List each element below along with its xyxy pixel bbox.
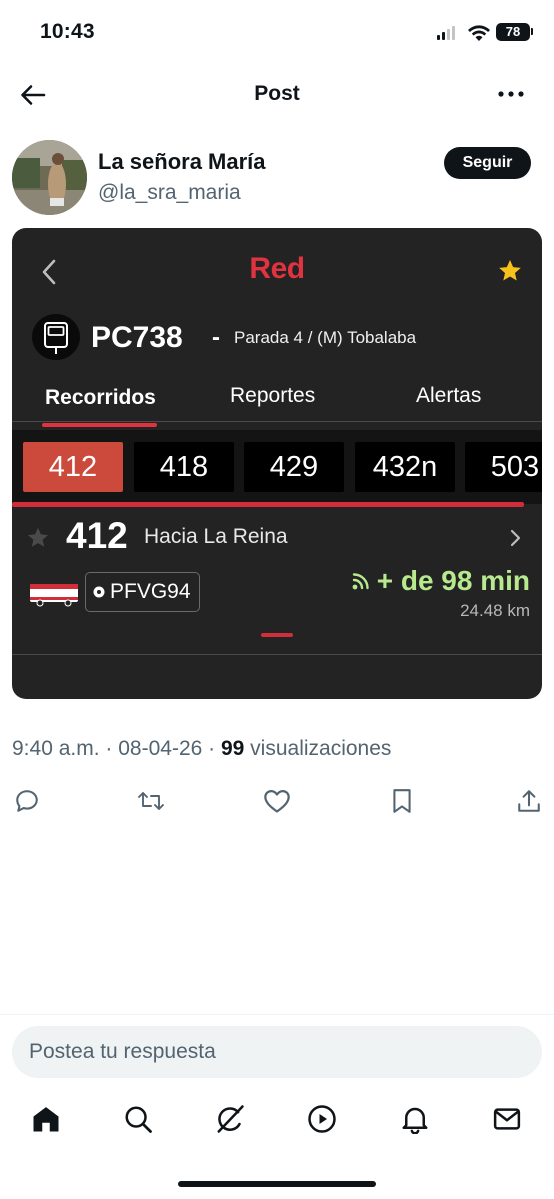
- post-time: 9:40 a.m.: [12, 737, 100, 760]
- card-handle: [261, 633, 293, 637]
- search-icon[interactable]: [123, 1104, 153, 1134]
- meta-separator: ·: [202, 737, 221, 760]
- route-chip-429: 429: [244, 442, 344, 492]
- video-icon[interactable]: [307, 1104, 337, 1134]
- grok-icon[interactable]: [215, 1104, 245, 1134]
- avatar[interactable]: [12, 140, 87, 215]
- cellular-signal-icon: [437, 26, 455, 40]
- follow-button[interactable]: Seguir: [444, 147, 531, 179]
- route-chip-418: 418: [134, 442, 234, 492]
- reply-input[interactable]: Postea tu respuesta: [12, 1026, 542, 1078]
- home-indicator: [178, 1181, 376, 1187]
- post-image[interactable]: Red PC738 - Parada 4 / (M) Tobalaba Reco…: [12, 228, 542, 699]
- chevron-right-icon: [510, 529, 521, 547]
- stop-separator: -: [212, 324, 220, 351]
- app-logo: Red: [249, 252, 305, 285]
- repost-icon[interactable]: [137, 788, 165, 814]
- reply-placeholder: Postea tu respuesta: [29, 1040, 216, 1063]
- arrival-destination: Hacia La Reina: [144, 525, 288, 548]
- bus-icon: [30, 584, 78, 607]
- bookmark-icon[interactable]: [391, 788, 413, 814]
- active-tab-indicator: [42, 423, 157, 427]
- route-selector: 412 418 429 432n 503: [12, 430, 542, 504]
- author-name[interactable]: La señora María: [98, 149, 266, 175]
- back-button[interactable]: [18, 80, 48, 110]
- card-divider: [12, 654, 542, 655]
- battery-tip: [531, 28, 533, 35]
- reply-separator: [0, 1014, 554, 1015]
- more-options-button[interactable]: [496, 82, 526, 106]
- reply-icon[interactable]: [14, 788, 40, 814]
- gear-badge-icon: [93, 586, 105, 598]
- author-handle[interactable]: @la_sra_maria: [98, 181, 241, 205]
- like-icon[interactable]: [263, 788, 291, 814]
- arrival-distance: 24.48 km: [460, 601, 530, 620]
- tab-alertas: Alertas: [416, 384, 482, 407]
- route-chip-412: 412: [23, 442, 123, 492]
- license-plate-text: PFVG94: [110, 580, 191, 603]
- post-actions: [0, 786, 554, 818]
- post-header: Post: [0, 70, 554, 120]
- license-plate: PFVG94: [85, 572, 200, 612]
- notifications-icon[interactable]: [400, 1104, 430, 1134]
- bus-stop-icon: [32, 314, 80, 360]
- stop-name: Parada 4 / (M) Tobalaba: [234, 328, 417, 347]
- messages-icon[interactable]: [492, 1104, 522, 1134]
- post-meta: 9:40 a.m. · 08-04-26 · 99 visualizacione…: [12, 737, 391, 761]
- stop-code: PC738: [91, 321, 183, 354]
- page-title: Post: [254, 82, 300, 105]
- arrival-eta: + de 98 min: [351, 565, 530, 597]
- arrival-eta-text: + de 98 min: [376, 565, 530, 596]
- tab-recorridos: Recorridos: [45, 386, 156, 409]
- star-outline-icon: [28, 527, 48, 547]
- status-time: 10:43: [40, 20, 95, 43]
- route-strip-divider: [12, 502, 524, 507]
- wifi-icon: [468, 25, 490, 41]
- app-top-bar: Red: [12, 228, 542, 314]
- app-tabs: Recorridos Reportes Alertas: [12, 374, 542, 422]
- home-icon[interactable]: [31, 1104, 61, 1134]
- bottom-nav: [0, 1100, 554, 1144]
- post-date: 08-04-26: [118, 737, 203, 760]
- star-filled-icon: [499, 259, 521, 281]
- arrival-route-number: 412: [66, 515, 128, 556]
- route-chip-432n: 432n: [355, 442, 455, 492]
- views-label: visualizaciones: [250, 737, 392, 760]
- route-chip-503: 503: [465, 442, 542, 492]
- live-signal-icon: [352, 573, 369, 590]
- tab-reportes: Reportes: [230, 384, 316, 407]
- stop-info: PC738 - Parada 4 / (M) Tobalaba: [32, 314, 532, 362]
- battery-indicator: 78: [496, 23, 530, 41]
- share-icon[interactable]: [516, 788, 542, 814]
- meta-separator: ·: [99, 737, 119, 760]
- status-bar: 10:43 78: [0, 0, 554, 64]
- views-count: 99: [220, 737, 245, 760]
